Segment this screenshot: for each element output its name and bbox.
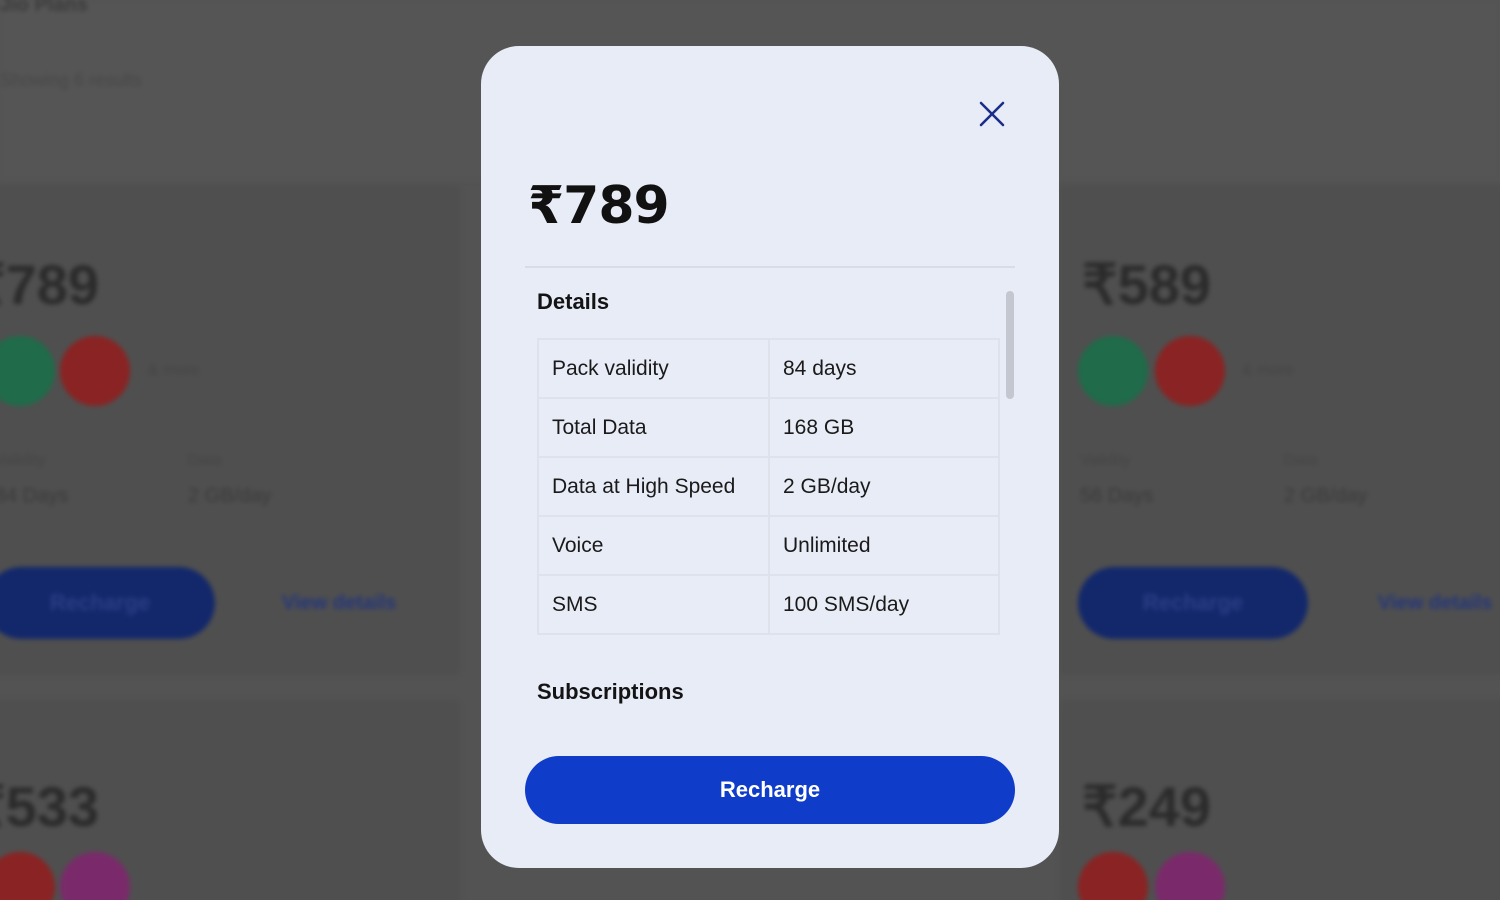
filter-chip: Jio Plans [0,0,88,16]
results-count: Showing 6 results [0,70,143,90]
validity-value: 56 Days [1080,485,1154,507]
detail-label: Total Data [537,397,770,458]
validity-value: 84 Days [0,485,69,507]
view-details-link[interactable]: View details [282,592,396,615]
recharge-button[interactable]: Recharge [1078,567,1308,639]
table-row: SMS 100 SMS/day [537,574,1000,635]
table-row: Data at High Speed 2 GB/day [537,456,1000,517]
detail-label: Data at High Speed [537,456,770,517]
detail-value: 100 SMS/day [768,574,1000,635]
close-icon [979,101,1005,127]
data-label: Data [188,452,222,469]
subscriptions-heading: Subscriptions [537,679,684,704]
detail-label: SMS [537,574,770,635]
detail-value: 168 GB [768,397,1000,458]
plan-price: ₹249 [1082,775,1212,838]
detail-label: Voice [537,515,770,576]
validity-label: Validity [0,452,46,469]
modal-scrollbar[interactable] [1006,291,1014,399]
plan-price: ₹533 [0,775,100,838]
plan-price: ₹589 [1082,253,1212,316]
plan-price: ₹789 [0,253,100,316]
recharge-button[interactable]: Recharge [0,567,215,639]
detail-value: 84 days [768,338,1000,399]
more-apps-label: & more [1242,362,1294,379]
detail-value: Unlimited [768,515,1000,576]
data-label: Data [1284,452,1318,469]
recharge-button[interactable]: Recharge [525,756,1015,824]
validity-label: Validity [1080,452,1131,469]
close-button[interactable] [974,96,1010,132]
view-details-link[interactable]: View details [1378,592,1492,615]
more-apps-label: & more [148,362,200,379]
app-icon [1155,336,1225,406]
divider [525,266,1015,268]
detail-label: Pack validity [537,338,770,399]
data-value: 2 GB/day [188,485,272,507]
data-value: 2 GB/day [1284,485,1368,507]
details-heading: Details [537,289,610,314]
details-table: Pack validity 84 days Total Data 168 GB … [537,338,1000,635]
table-row: Total Data 168 GB [537,397,1000,458]
app-icon [1078,336,1148,406]
app-icon [60,336,130,406]
table-row: Voice Unlimited [537,515,1000,576]
detail-value: 2 GB/day [768,456,1000,517]
table-row: Pack validity 84 days [537,338,1000,399]
plan-price-title: ₹789 [528,176,670,236]
